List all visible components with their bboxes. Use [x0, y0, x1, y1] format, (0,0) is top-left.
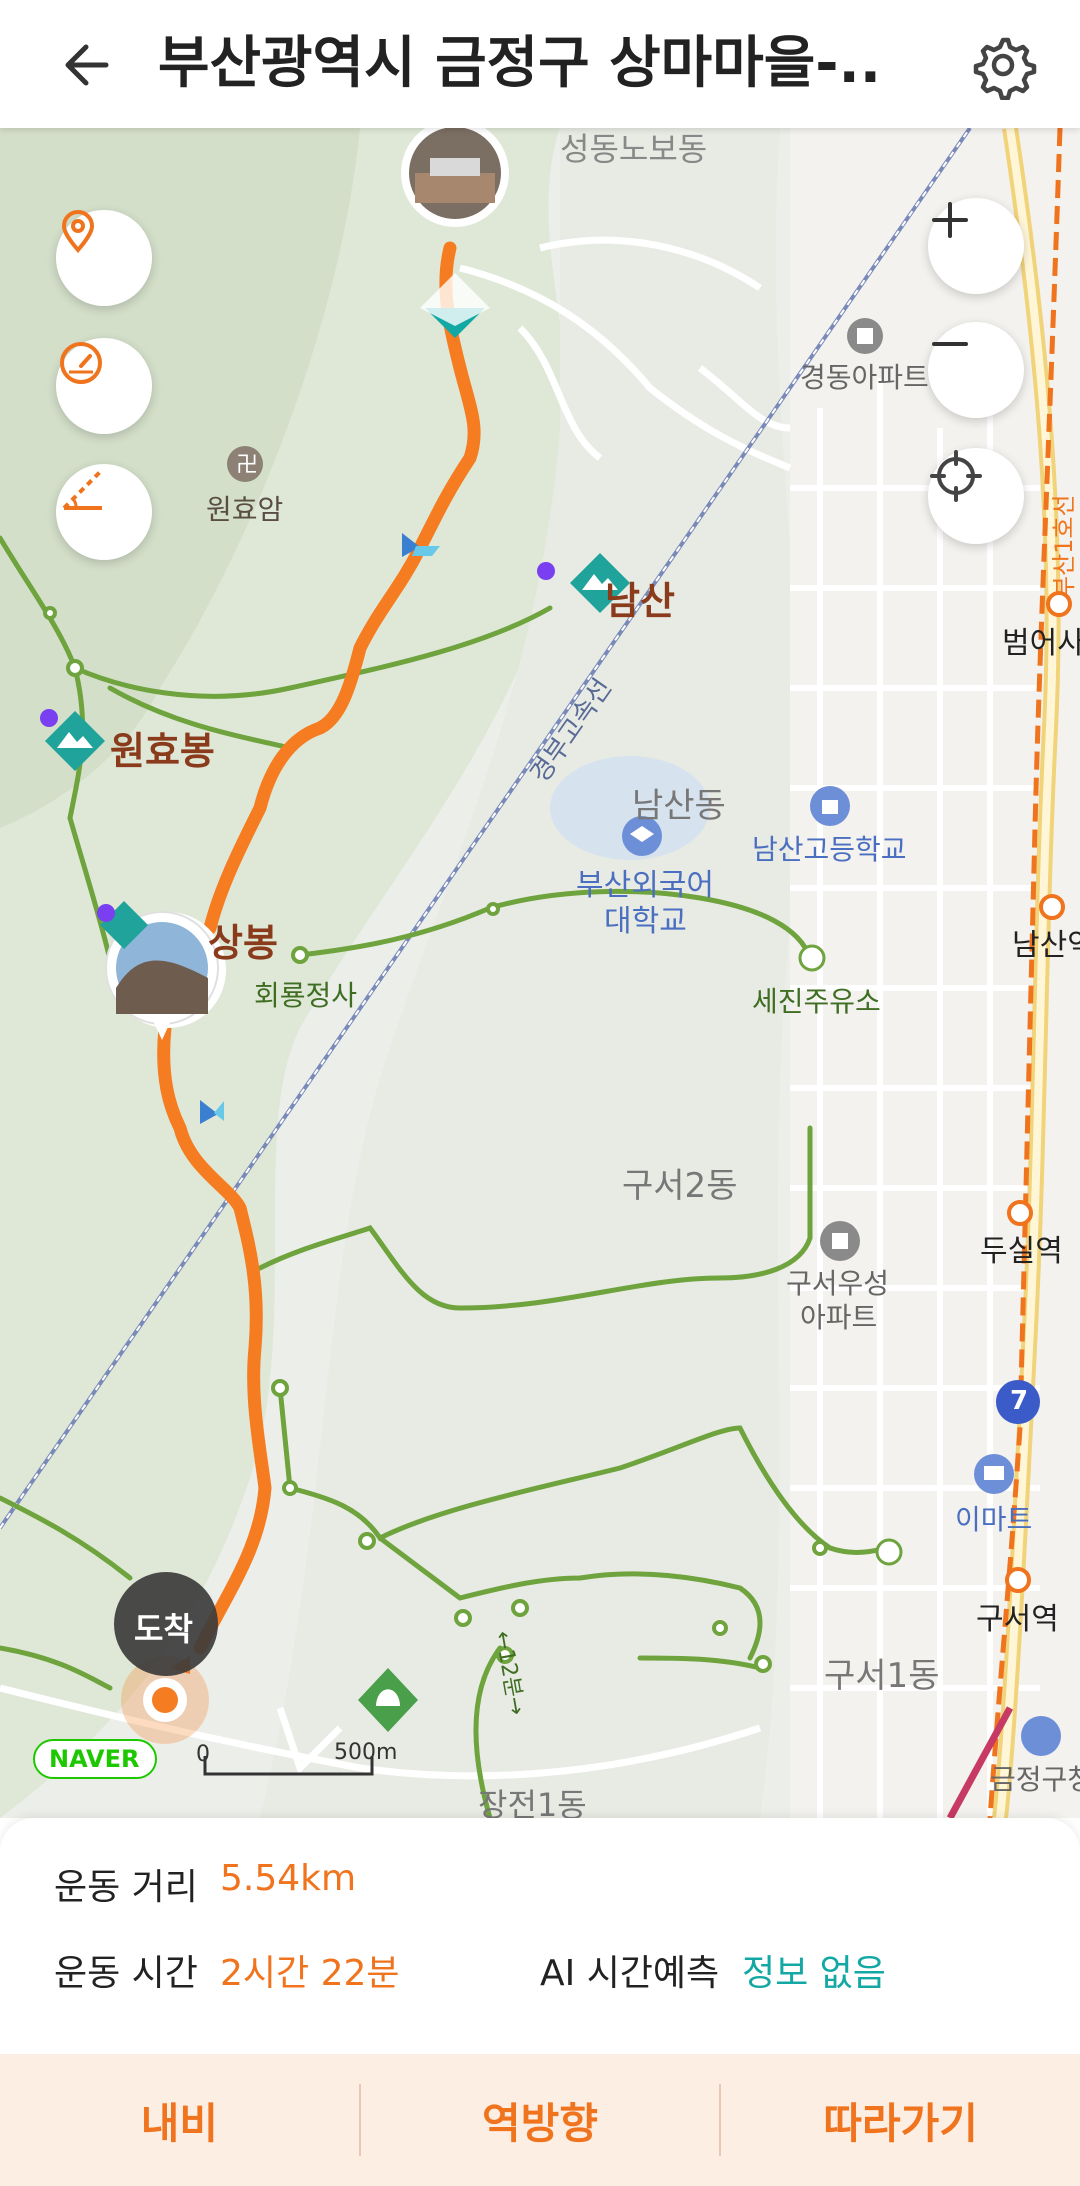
place-label[interactable]: 금정구청	[990, 1758, 1080, 1798]
distance-value: 5.54km	[220, 1858, 357, 1899]
ai-prediction-value: 정보 없음	[742, 1953, 886, 1994]
crosshair-icon	[930, 450, 982, 502]
naver-logo: NAVER	[49, 1745, 140, 1773]
peak-label[interactable]: 남산	[605, 570, 675, 625]
scale-zero: 0	[196, 1742, 210, 1767]
place-label: 구서1동	[824, 1656, 940, 1696]
header-bar: 부산광역시 금정구 상마마을-...	[0, 0, 1080, 128]
distance-label: 운동 거리	[54, 1867, 198, 1908]
zoom-out-icon	[932, 342, 968, 346]
my-location-button[interactable]	[928, 448, 1024, 544]
back-arrow-icon[interactable]	[56, 30, 126, 100]
station-label[interactable]: 구서역	[976, 1594, 1059, 1638]
station-label[interactable]: 두실역	[980, 1226, 1063, 1270]
action-bar: 내비 역방향 따라가기	[0, 2054, 1080, 2186]
place-label[interactable]: 원효암	[206, 488, 283, 528]
peak-label[interactable]: 원효봉	[110, 720, 215, 775]
place-label[interactable]: 회룡정사	[254, 974, 357, 1014]
place-label[interactable]: 남산고등학교	[752, 828, 907, 868]
place-label: 성동노보동	[560, 130, 708, 168]
subway-line-badge: 7	[1010, 1386, 1029, 1416]
place-label: 구서2동	[622, 1166, 738, 1206]
location-pin-button[interactable]	[56, 210, 152, 306]
location-pin-icon	[61, 210, 95, 254]
time-label: 운동 시간	[54, 1953, 198, 1994]
follow-button[interactable]: 따라가기	[721, 2054, 1080, 2186]
speedometer-button[interactable]	[56, 338, 152, 434]
zoom-in-icon	[932, 202, 968, 238]
place-label: 남산동	[632, 786, 726, 826]
place-label[interactable]: 아파트	[800, 1296, 877, 1336]
ai-prediction-label: AI 시간예측	[540, 1953, 720, 1994]
navi-button[interactable]: 내비	[0, 2054, 359, 2186]
place-label[interactable]: 대학교	[604, 896, 687, 940]
gear-icon[interactable]	[968, 30, 1038, 101]
speedometer-icon	[60, 342, 102, 384]
time-value: 2시간 22분	[220, 1953, 400, 1994]
peak-label[interactable]: 상봉	[208, 912, 278, 967]
station-label[interactable]: 범어사	[1002, 618, 1080, 662]
station-label[interactable]: 남산역	[1012, 920, 1080, 964]
place-label[interactable]: 세진주유소	[752, 980, 881, 1020]
arrival-label: 도착	[134, 1610, 193, 1648]
place-label[interactable]: 경동아파트	[800, 356, 929, 396]
measure-slope-icon	[62, 470, 102, 510]
line-label: 부산1호선	[1050, 494, 1078, 598]
map-view[interactable]: 卍 성동노보동 경동아파트 원효암 남산 원효봉 경부고속선 남산동 남산고등학…	[0, 128, 1080, 1818]
zoom-in-button[interactable]	[928, 198, 1024, 294]
reverse-button[interactable]: 역방향	[361, 2054, 720, 2186]
place-label[interactable]: 이마트	[955, 1498, 1032, 1538]
stats-panel: 운동 거리 5.54km 운동 시간 2시간 22분 AI 시간예측 정보 없음	[0, 1818, 1080, 2056]
measure-slope-button[interactable]	[56, 464, 152, 560]
place-label: 장전1동	[478, 1786, 587, 1818]
scale-distance: 500m	[334, 1740, 398, 1765]
svg-text:卍: 卍	[236, 453, 258, 478]
zoom-out-button[interactable]	[928, 322, 1024, 418]
page-title: 부산광역시 금정구 상마마을-...	[158, 31, 878, 96]
